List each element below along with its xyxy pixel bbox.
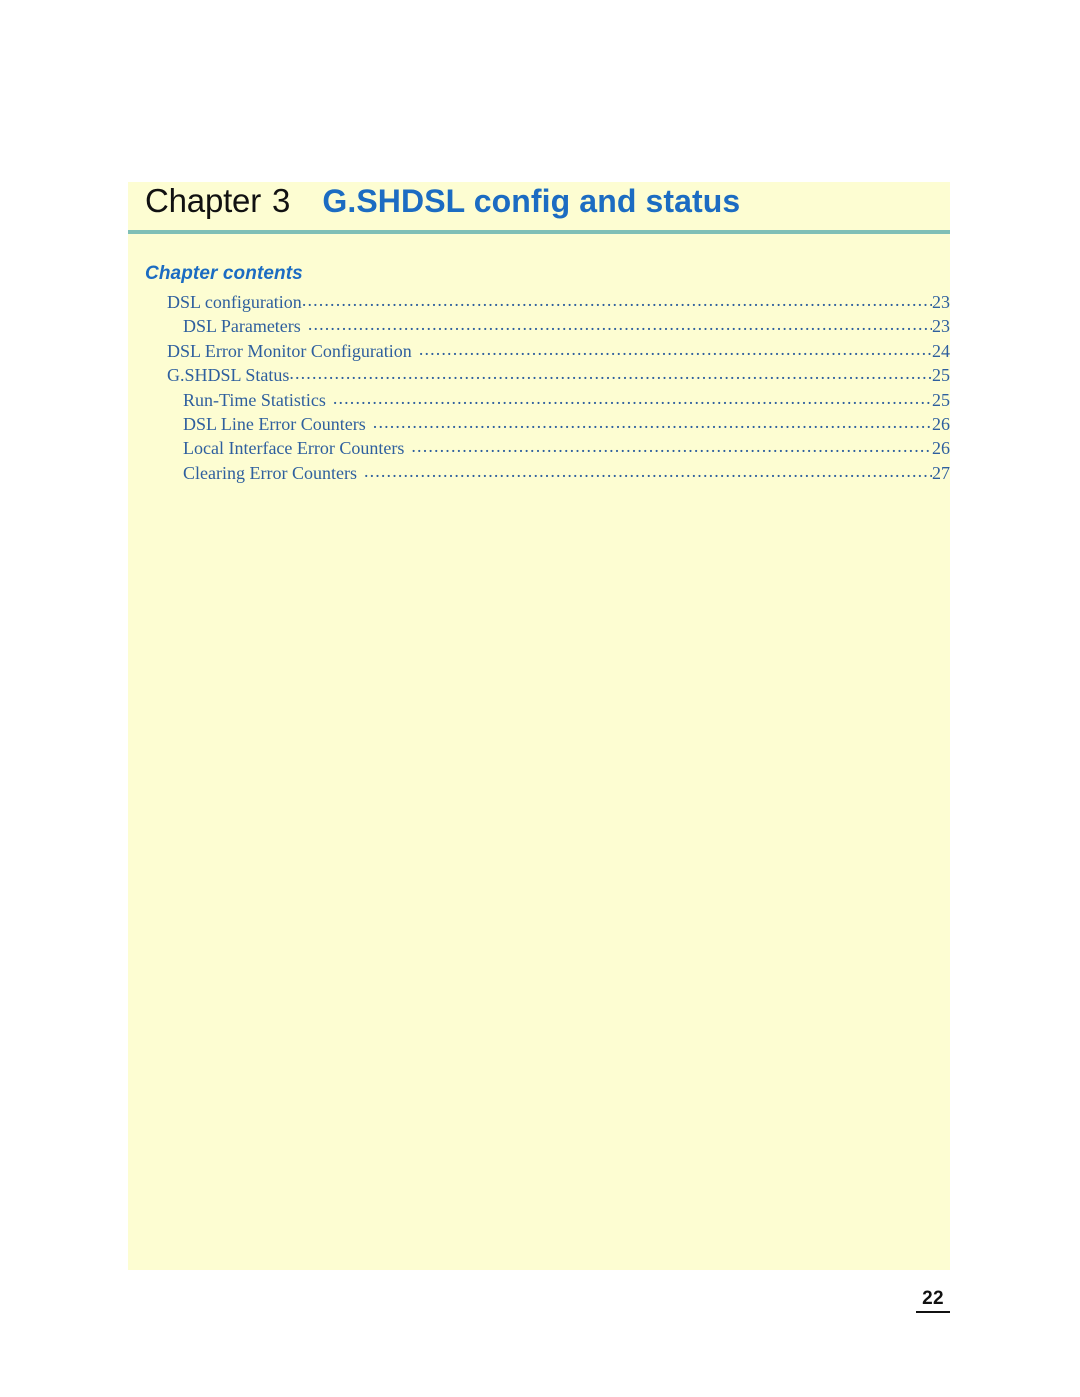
toc-dot-leader [308, 314, 932, 332]
chapter-content-block: Chapter 3 G.SHDSL config and status Chap… [128, 182, 950, 1270]
toc-entry-label: Local Interface Error Counters [183, 438, 405, 459]
toc-entry[interactable]: Local Interface Error Counters 26 [128, 436, 950, 460]
toc-entry[interactable]: Run-Time Statistics 25 [128, 388, 950, 412]
table-of-contents: DSL configuration23DSL Parameters23DSL E… [128, 290, 950, 485]
toc-dot-leader [411, 436, 932, 454]
toc-entry[interactable]: DSL Parameters 23 [128, 314, 950, 338]
toc-entry-page-number: 27 [932, 462, 950, 483]
chapter-label: Chapter [145, 182, 262, 219]
toc-entry-label: DSL configuration [167, 292, 302, 312]
toc-entry-page-number: 24 [932, 340, 950, 361]
toc-dot-leader [419, 339, 932, 357]
toc-entry[interactable]: DSL Error Monitor Configuration 24 [128, 339, 950, 363]
toc-entry[interactable]: DSL Line Error Counters 26 [128, 412, 950, 436]
toc-dot-leader [302, 290, 932, 308]
toc-entry-label: G.SHDSL Status [167, 365, 290, 386]
toc-entry-page-number: 26 [932, 413, 950, 434]
toc-dot-leader [333, 388, 932, 406]
toc-entry-page-number: 26 [932, 438, 950, 459]
toc-entry-label: DSL Error Monitor Configuration [167, 340, 412, 361]
chapter-contents-heading: Chapter contents [145, 263, 303, 284]
toc-entry-page-number: 23 [932, 292, 950, 312]
page-number: 22 [922, 1288, 944, 1309]
header-divider [128, 230, 950, 234]
toc-dot-leader [373, 412, 932, 430]
toc-dot-leader [289, 363, 932, 381]
folio-divider [916, 1311, 950, 1313]
toc-entry[interactable]: DSL configuration 23 [128, 290, 950, 314]
toc-entry-page-number: 25 [932, 365, 950, 386]
chapter-header: Chapter 3 G.SHDSL config and status [145, 184, 950, 230]
toc-entry-label: DSL Parameters [183, 316, 301, 337]
toc-entry-page-number: 25 [932, 389, 950, 410]
toc-entry-page-number: 23 [932, 316, 950, 337]
toc-entry-label: DSL Line Error Counters [183, 413, 366, 434]
toc-entry[interactable]: Clearing Error Counters 27 [128, 461, 950, 485]
toc-entry-label: Run-Time Statistics [183, 389, 326, 410]
page-folio: 22 [916, 1289, 950, 1313]
chapter-number: 3 [272, 182, 291, 219]
toc-entry-label: Clearing Error Counters [183, 462, 357, 483]
toc-dot-leader [364, 461, 932, 479]
toc-entry[interactable]: G.SHDSL Status 25 [128, 363, 950, 387]
document-page: Chapter 3 G.SHDSL config and status Chap… [0, 0, 1080, 1397]
chapter-title: G.SHDSL config and status [322, 183, 741, 219]
